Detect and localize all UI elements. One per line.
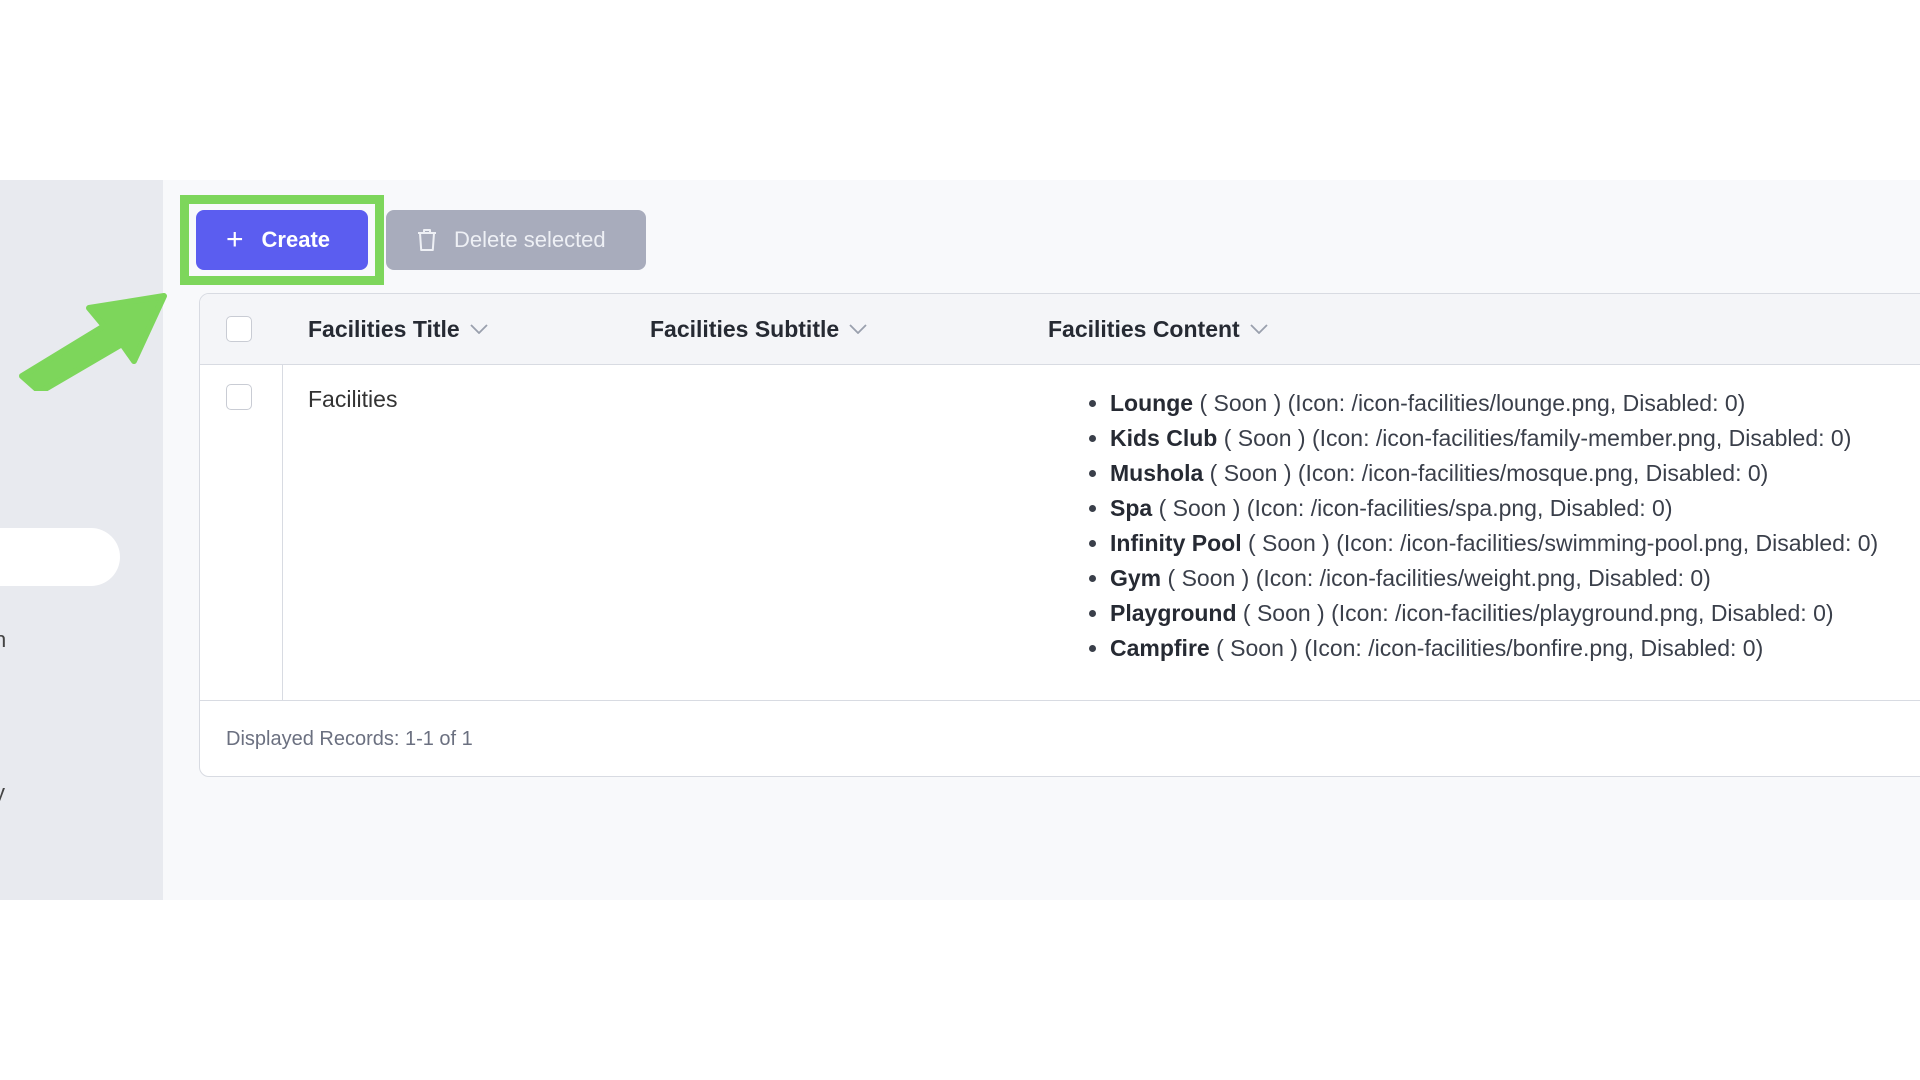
delete-selected-button[interactable]: Delete selected xyxy=(386,210,646,270)
list-item: Gym ( Soon ) (Icon: /icon-facilities/wei… xyxy=(1110,561,1878,596)
list-item: Playground ( Soon ) (Icon: /icon-facilit… xyxy=(1110,596,1878,631)
column-header-label: Facilities Title xyxy=(308,315,460,342)
column-header-content[interactable]: Facilities Content xyxy=(1048,294,1268,364)
plus-icon: + xyxy=(226,223,244,256)
select-all-checkbox[interactable] xyxy=(226,316,252,342)
column-header-title[interactable]: Facilities Title xyxy=(308,294,488,364)
facility-detail: ( Soon ) (Icon: /icon-facilities/mosque.… xyxy=(1209,460,1769,486)
list-item: Infinity Pool ( Soon ) (Icon: /icon-faci… xyxy=(1110,526,1878,561)
cell-facilities-content: Lounge ( Soon ) (Icon: /icon-facilities/… xyxy=(1080,386,1878,666)
facility-name: Infinity Pool xyxy=(1110,530,1242,556)
facility-detail: ( Soon ) (Icon: /icon-facilities/spa.png… xyxy=(1158,495,1673,521)
facility-name: Mushola xyxy=(1110,460,1204,486)
facility-detail: ( Soon ) (Icon: /icon-facilities/swimmin… xyxy=(1248,530,1879,556)
create-button[interactable]: + Create xyxy=(196,210,368,270)
facility-detail: ( Soon ) (Icon: /icon-facilities/weight.… xyxy=(1167,565,1711,591)
table-header: Facilities Title Facilities Subtitle Fac… xyxy=(200,294,1920,365)
facility-name: Lounge xyxy=(1110,390,1194,416)
table-row[interactable]: Facilities Lounge ( Soon ) (Icon: /icon-… xyxy=(200,364,1920,700)
column-header-label: Facilities Content xyxy=(1048,315,1240,342)
facility-name: Playground xyxy=(1110,600,1237,626)
facility-name: Kids Club xyxy=(1110,425,1218,451)
column-header-subtitle[interactable]: Facilities Subtitle xyxy=(650,294,867,364)
facility-name: Campfire xyxy=(1110,635,1210,661)
create-button-label: Create xyxy=(261,227,331,252)
facility-name: Spa xyxy=(1110,495,1153,521)
row-checkbox[interactable] xyxy=(226,384,252,410)
facility-detail: ( Soon ) (Icon: /icon-facilities/family-… xyxy=(1223,425,1852,451)
list-item: Kids Club ( Soon ) (Icon: /icon-faciliti… xyxy=(1110,421,1878,456)
list-item: Campfire ( Soon ) (Icon: /icon-facilitie… xyxy=(1110,631,1878,666)
sidebar: n y xyxy=(0,180,163,900)
main-content: + Create Delete selected Facilities Titl… xyxy=(163,180,1920,900)
list-item: Spa ( Soon ) (Icon: /icon-facilities/spa… xyxy=(1110,491,1878,526)
facility-detail: ( Soon ) (Icon: /icon-facilities/bonfire… xyxy=(1216,635,1764,661)
facilities-table: Facilities Title Facilities Subtitle Fac… xyxy=(199,293,1920,777)
records-count: Displayed Records: 1-1 of 1 xyxy=(226,727,473,750)
sidebar-active-item[interactable] xyxy=(0,528,120,586)
chevron-down-icon xyxy=(1250,324,1268,334)
delete-button-label: Delete selected xyxy=(454,227,606,252)
chevron-down-icon xyxy=(849,324,867,334)
facility-name: Gym xyxy=(1110,565,1162,591)
app-screen: n y + Create Delete selected Facilities … xyxy=(0,180,1920,900)
facility-detail: ( Soon ) (Icon: /icon-facilities/lounge.… xyxy=(1199,390,1746,416)
sidebar-item-label[interactable]: y xyxy=(0,780,5,806)
cell-facilities-title: Facilities xyxy=(308,386,398,412)
trash-icon xyxy=(418,229,436,251)
column-header-label: Facilities Subtitle xyxy=(650,315,840,342)
list-item: Mushola ( Soon ) (Icon: /icon-facilities… xyxy=(1110,456,1878,491)
chevron-down-icon xyxy=(470,324,488,334)
sidebar-item-label[interactable]: n xyxy=(0,627,6,653)
facility-detail: ( Soon ) (Icon: /icon-facilities/playgro… xyxy=(1242,600,1834,626)
table-footer: Displayed Records: 1-1 of 1 xyxy=(200,700,1920,776)
list-item: Lounge ( Soon ) (Icon: /icon-facilities/… xyxy=(1110,386,1878,421)
